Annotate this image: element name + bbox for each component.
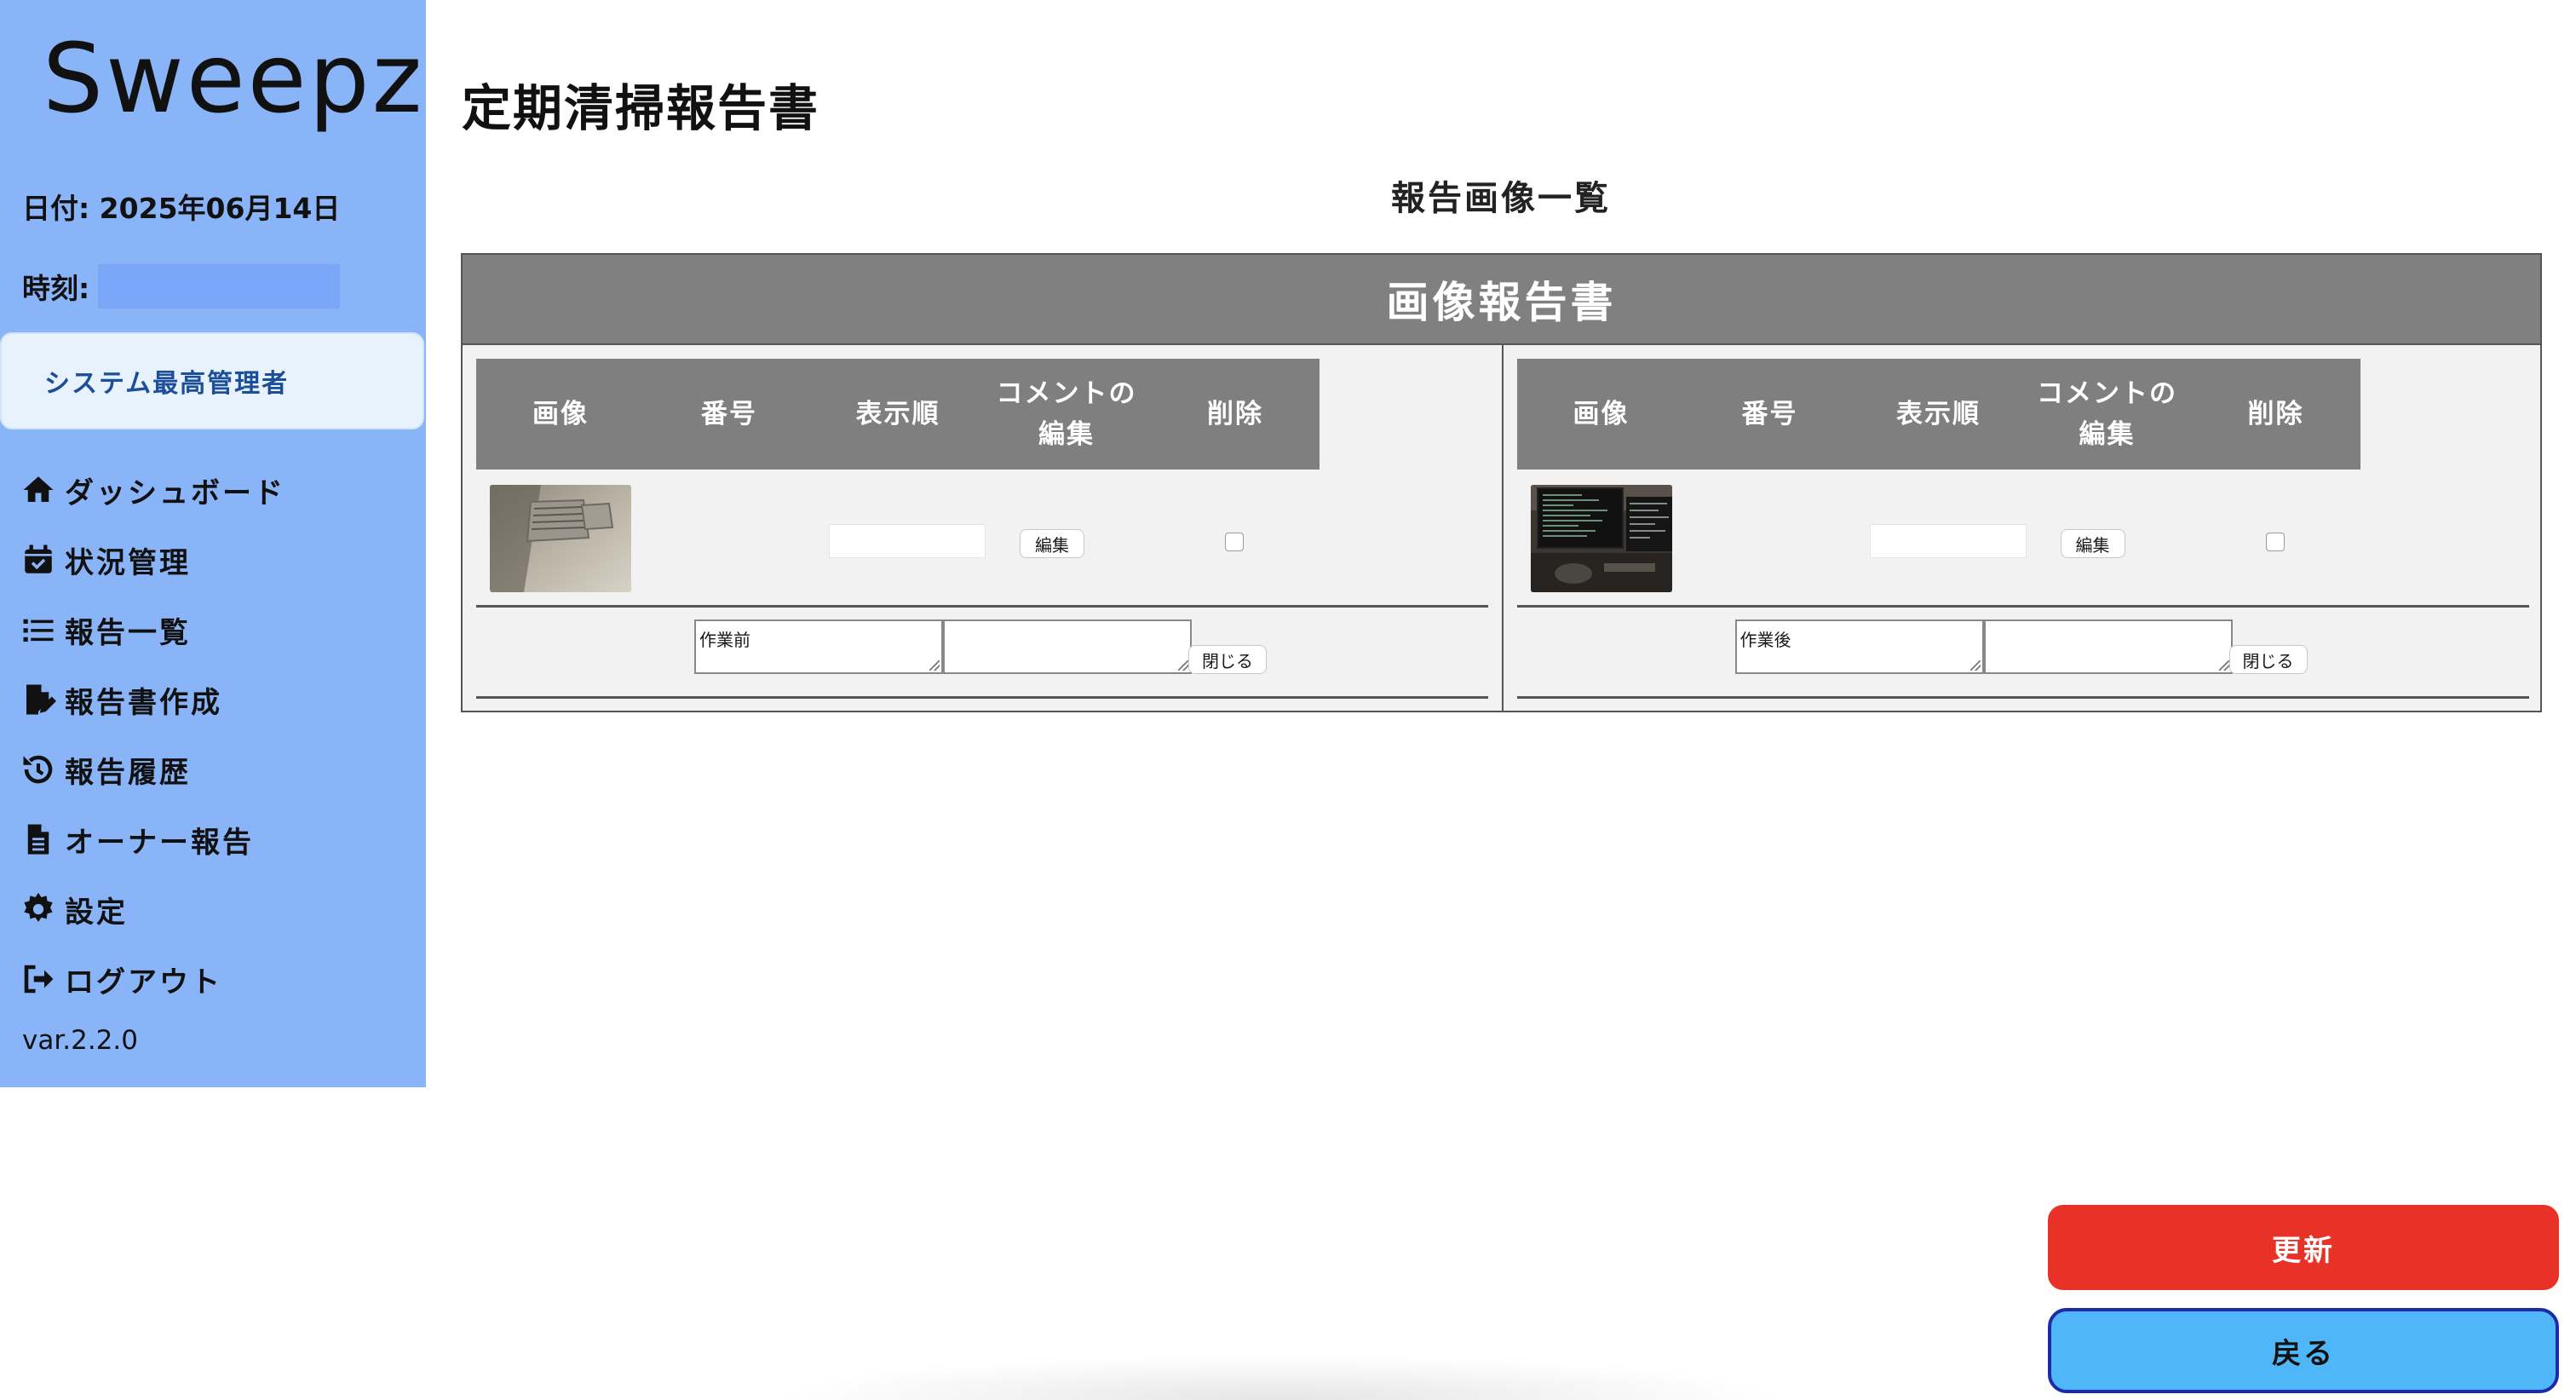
sidebar-item-owner-report[interactable]: オーナー報告 <box>20 804 285 874</box>
time-label: 時刻: <box>22 272 90 305</box>
column-header-number: 番号 <box>1741 398 1798 429</box>
home-icon <box>23 476 54 502</box>
report-panel: 画像 番号 表示順 コメントの 編集 削除 <box>463 345 1502 711</box>
column-header-image: 画像 <box>532 398 589 429</box>
report-image-thumbnail[interactable] <box>490 485 631 592</box>
sidebar-item-label: 報告一覧 <box>65 615 191 650</box>
delete-checkbox[interactable] <box>1225 533 1244 551</box>
column-header-comment-edit: コメントの 編集 <box>996 377 1137 450</box>
close-button[interactable]: 閉じる <box>2228 645 2308 674</box>
row-divider <box>476 696 1488 699</box>
sidebar-item-settings[interactable]: 設定 <box>20 874 285 944</box>
sidebar-item-label: 報告書作成 <box>65 685 222 720</box>
report-image-thumbnail[interactable] <box>1530 485 1672 592</box>
sidebar-item-label: ログアウト <box>65 965 222 1000</box>
column-header-image: 画像 <box>1573 398 1630 429</box>
delete-checkbox[interactable] <box>2265 533 2285 551</box>
column-header-delete: 削除 <box>1207 398 1263 429</box>
row-divider <box>1516 605 2529 608</box>
column-header-number: 番号 <box>701 398 757 429</box>
update-button[interactable]: 更新 <box>2048 1205 2559 1290</box>
sidebar-item-label: 設定 <box>65 895 128 930</box>
back-button[interactable]: 戻る <box>2048 1308 2559 1393</box>
file-edit-icon <box>26 684 56 715</box>
sidebar-item-dashboard[interactable]: ダッシュボード <box>20 455 285 525</box>
row-divider <box>1516 696 2529 699</box>
sidebar-item-status[interactable]: 状況管理 <box>20 525 285 595</box>
monitor-desk-photo <box>1530 485 1672 592</box>
scroll-shadow <box>767 1355 1789 1400</box>
column-header-delete: 削除 <box>2247 398 2304 429</box>
sidebar-item-create-report[interactable]: 報告書作成 <box>20 665 285 735</box>
display-order-input[interactable] <box>829 524 986 558</box>
report-panel: 画像 番号 表示順 コメントの 編集 削除 <box>1501 345 2541 711</box>
resize-handle[interactable] <box>2218 660 2229 671</box>
display-order-input[interactable] <box>1869 524 2027 558</box>
role-card: システム最高管理者 <box>0 332 424 429</box>
sidebar-nav: ダッシュボード 状況管理 報告一覧 報告書作成 報告履歴 オーナー報告 設定 ロ… <box>20 455 285 1014</box>
report-header: 画像報告書 <box>463 255 2540 345</box>
comment-textarea[interactable]: 作業後 <box>1734 619 1984 674</box>
comment-text: 作業後 <box>1739 630 1791 650</box>
resize-handle[interactable] <box>1969 660 1981 671</box>
list-icon <box>23 619 54 642</box>
column-header-order: 表示順 <box>855 398 940 429</box>
comment-textarea-2[interactable] <box>943 619 1192 674</box>
comment-textarea[interactable]: 作業前 <box>694 619 943 674</box>
sidebar-item-label: ダッシュボード <box>65 475 285 510</box>
column-header-comment-edit: コメントの 編集 <box>2037 377 2177 450</box>
version-label: var.2.2.0 <box>22 1025 138 1056</box>
resize-handle[interactable] <box>929 660 940 671</box>
comment-text: 作業前 <box>699 630 750 650</box>
sidebar-item-label: オーナー報告 <box>65 825 254 860</box>
sidebar-item-reports[interactable]: 報告一覧 <box>20 595 285 665</box>
resize-handle[interactable] <box>1178 660 1188 671</box>
sidebar-item-logout[interactable]: ログアウト <box>20 944 285 1014</box>
time-value-box <box>98 264 341 308</box>
sidebar-item-label: 状況管理 <box>65 545 191 580</box>
row-divider <box>476 605 1488 608</box>
sidebar-item-history[interactable]: 報告履歴 <box>20 735 285 804</box>
section-title: 報告画像一覧 <box>1391 179 1611 218</box>
close-button[interactable]: 閉じる <box>1188 645 1267 674</box>
history-icon <box>23 755 53 784</box>
file-text-icon <box>27 824 49 855</box>
app-logo[interactable]: Sweepz <box>43 24 424 135</box>
date-display: 日付: 2025年06月14日 <box>22 192 341 225</box>
logout-icon <box>24 965 54 994</box>
edit-comment-button[interactable]: 編集 <box>1020 529 1084 558</box>
sidebar-item-label: 報告履歴 <box>65 755 191 790</box>
image-report-box: 画像報告書 画像 番号 表示順 コメントの 編集 削除 編集 作業前 閉じる 画… <box>461 253 2542 712</box>
edit-comment-button[interactable]: 編集 <box>2060 529 2125 558</box>
column-header-order: 表示順 <box>1896 398 1981 429</box>
comment-textarea-2[interactable] <box>1983 619 2233 674</box>
table-header: 画像 番号 表示順 コメントの 編集 削除 <box>1516 359 2360 470</box>
time-display: 時刻: <box>22 264 341 308</box>
sidebar: Sweepz 日付: 2025年06月14日 時刻: システム最高管理者 ダッシ… <box>0 0 426 1087</box>
calendar-check-icon <box>25 544 52 573</box>
page-title: 定期清掃報告書 <box>462 79 820 137</box>
table-header: 画像 番号 表示順 コメントの 編集 削除 <box>476 359 1320 470</box>
ceiling-vent-photo <box>490 485 631 592</box>
role-label: システム最高管理者 <box>44 369 290 399</box>
report-panels: 画像 番号 表示順 コメントの 編集 削除 編集 作業前 閉じる 画像 番号 表… <box>463 345 2540 711</box>
gear-icon <box>24 892 53 922</box>
